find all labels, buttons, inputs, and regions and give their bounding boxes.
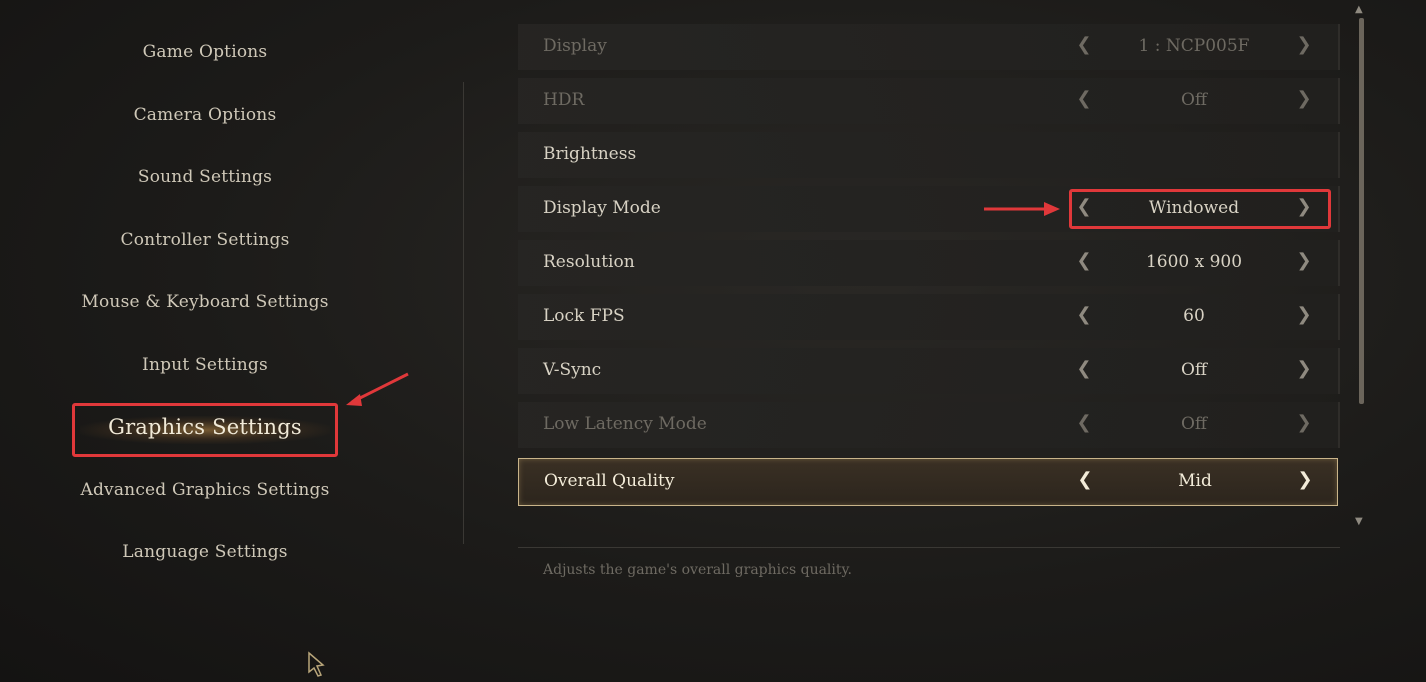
menu-item-language-settings[interactable]: Language Settings (0, 542, 410, 562)
setting-label: Display (543, 36, 607, 56)
setting-value: Off (1180, 414, 1207, 434)
scroll-up-icon[interactable]: ▲ (1355, 4, 1363, 15)
description-divider (518, 547, 1340, 548)
menu-divider (463, 82, 464, 544)
settings-category-menu: Game Options Camera Options Sound Settin… (0, 0, 410, 682)
chevron-left-icon[interactable]: ❮ (1076, 34, 1092, 55)
scrollbar-thumb[interactable] (1359, 18, 1364, 404)
setting-value: 1 : NCP005F (1138, 36, 1250, 56)
setting-row-brightness[interactable]: Brightness (518, 132, 1340, 178)
menu-item-game-options[interactable]: Game Options (0, 42, 410, 62)
setting-label: Resolution (543, 252, 635, 272)
annotation-box-graphics-settings (72, 403, 338, 457)
setting-row-hdr[interactable]: HDR ❮ Off ❯ (518, 78, 1340, 124)
menu-item-mouse-keyboard-settings[interactable]: Mouse & Keyboard Settings (0, 292, 410, 312)
chevron-right-icon[interactable]: ❯ (1296, 34, 1312, 55)
menu-item-controller-settings[interactable]: Controller Settings (0, 230, 410, 250)
setting-label: Overall Quality (544, 471, 675, 491)
setting-label: Low Latency Mode (543, 414, 707, 434)
setting-row-display[interactable]: Display ❮ 1 : NCP005F ❯ (518, 24, 1340, 70)
mouse-cursor-icon (308, 651, 325, 677)
setting-row-resolution[interactable]: Resolution ❮ 1600 x 900 ❯ (518, 240, 1340, 286)
chevron-right-icon[interactable]: ❯ (1296, 358, 1312, 379)
chevron-left-icon[interactable]: ❮ (1076, 88, 1092, 109)
setting-value: 1600 x 900 (1145, 252, 1243, 272)
menu-item-sound-settings[interactable]: Sound Settings (0, 167, 410, 187)
setting-label: Display Mode (543, 198, 661, 218)
setting-value: Off (1180, 90, 1207, 110)
annotation-box-display-mode (1069, 189, 1331, 229)
setting-label: Lock FPS (543, 306, 625, 326)
setting-label: HDR (543, 90, 585, 110)
setting-value: Off (1180, 360, 1207, 380)
chevron-left-icon[interactable]: ❮ (1076, 358, 1092, 379)
scroll-down-icon[interactable]: ▼ (1355, 516, 1363, 527)
setting-row-low-latency-mode[interactable]: Low Latency Mode ❮ Off ❯ (518, 402, 1340, 448)
setting-value: 60 (1183, 306, 1205, 326)
annotation-arrow-icon (984, 202, 1060, 216)
setting-label: Brightness (543, 144, 637, 164)
menu-item-camera-options[interactable]: Camera Options (0, 105, 410, 125)
chevron-right-icon[interactable]: ❯ (1296, 412, 1312, 433)
setting-value: Mid (1178, 471, 1212, 491)
chevron-right-icon[interactable]: ❯ (1296, 88, 1312, 109)
setting-label: V-Sync (543, 360, 602, 380)
setting-row-lock-fps[interactable]: Lock FPS ❮ 60 ❯ (518, 294, 1340, 340)
setting-row-vsync[interactable]: V-Sync ❮ Off ❯ (518, 348, 1340, 394)
chevron-left-icon[interactable]: ❮ (1076, 250, 1092, 271)
chevron-left-icon[interactable]: ❮ (1076, 304, 1092, 325)
chevron-right-icon[interactable]: ❯ (1296, 304, 1312, 325)
setting-description: Adjusts the game's overall graphics qual… (543, 562, 853, 578)
menu-item-advanced-graphics-settings[interactable]: Advanced Graphics Settings (0, 480, 410, 500)
annotation-arrow-icon (346, 372, 409, 406)
chevron-left-icon[interactable]: ❮ (1076, 412, 1092, 433)
chevron-left-icon[interactable]: ❮ (1077, 469, 1093, 490)
setting-row-overall-quality[interactable]: Overall Quality ❮ Mid ❯ (518, 458, 1338, 506)
chevron-right-icon[interactable]: ❯ (1296, 250, 1312, 271)
chevron-right-icon[interactable]: ❯ (1297, 469, 1313, 490)
